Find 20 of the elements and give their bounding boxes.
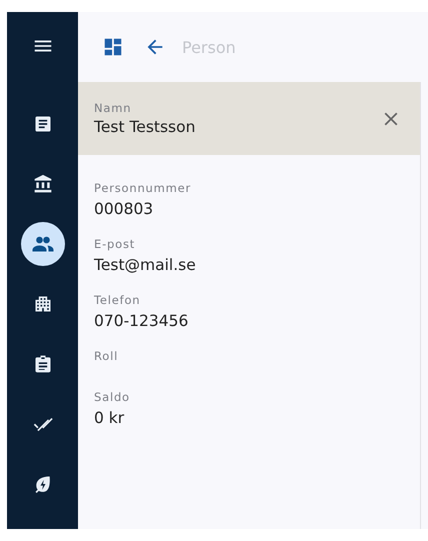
- nav-button[interactable]: [20, 222, 64, 266]
- document-icon: [32, 114, 52, 134]
- field-value: Test@mail.se: [94, 255, 197, 275]
- field-label: E-post: [94, 237, 136, 251]
- field-label: Telefon: [94, 293, 142, 307]
- field-value: 070-123456: [94, 311, 190, 331]
- dashboard-button[interactable]: [102, 36, 124, 58]
- field-value: 0 kr: [94, 408, 126, 428]
- field-label: Personnummer: [94, 181, 192, 195]
- leaf-icon: [32, 474, 52, 494]
- name-field[interactable]: Namn Test Testsson: [78, 82, 420, 155]
- field-label: Roll: [94, 349, 120, 363]
- bank-icon: [32, 174, 52, 194]
- field-label: Saldo: [94, 390, 131, 404]
- field-value: Test Testsson: [94, 116, 196, 136]
- field-label: Namn: [94, 100, 132, 114]
- dashboard-icon: [102, 36, 124, 58]
- field-value: 000803: [94, 199, 154, 219]
- clipboard-icon: [32, 354, 52, 374]
- building-icon: [32, 294, 52, 314]
